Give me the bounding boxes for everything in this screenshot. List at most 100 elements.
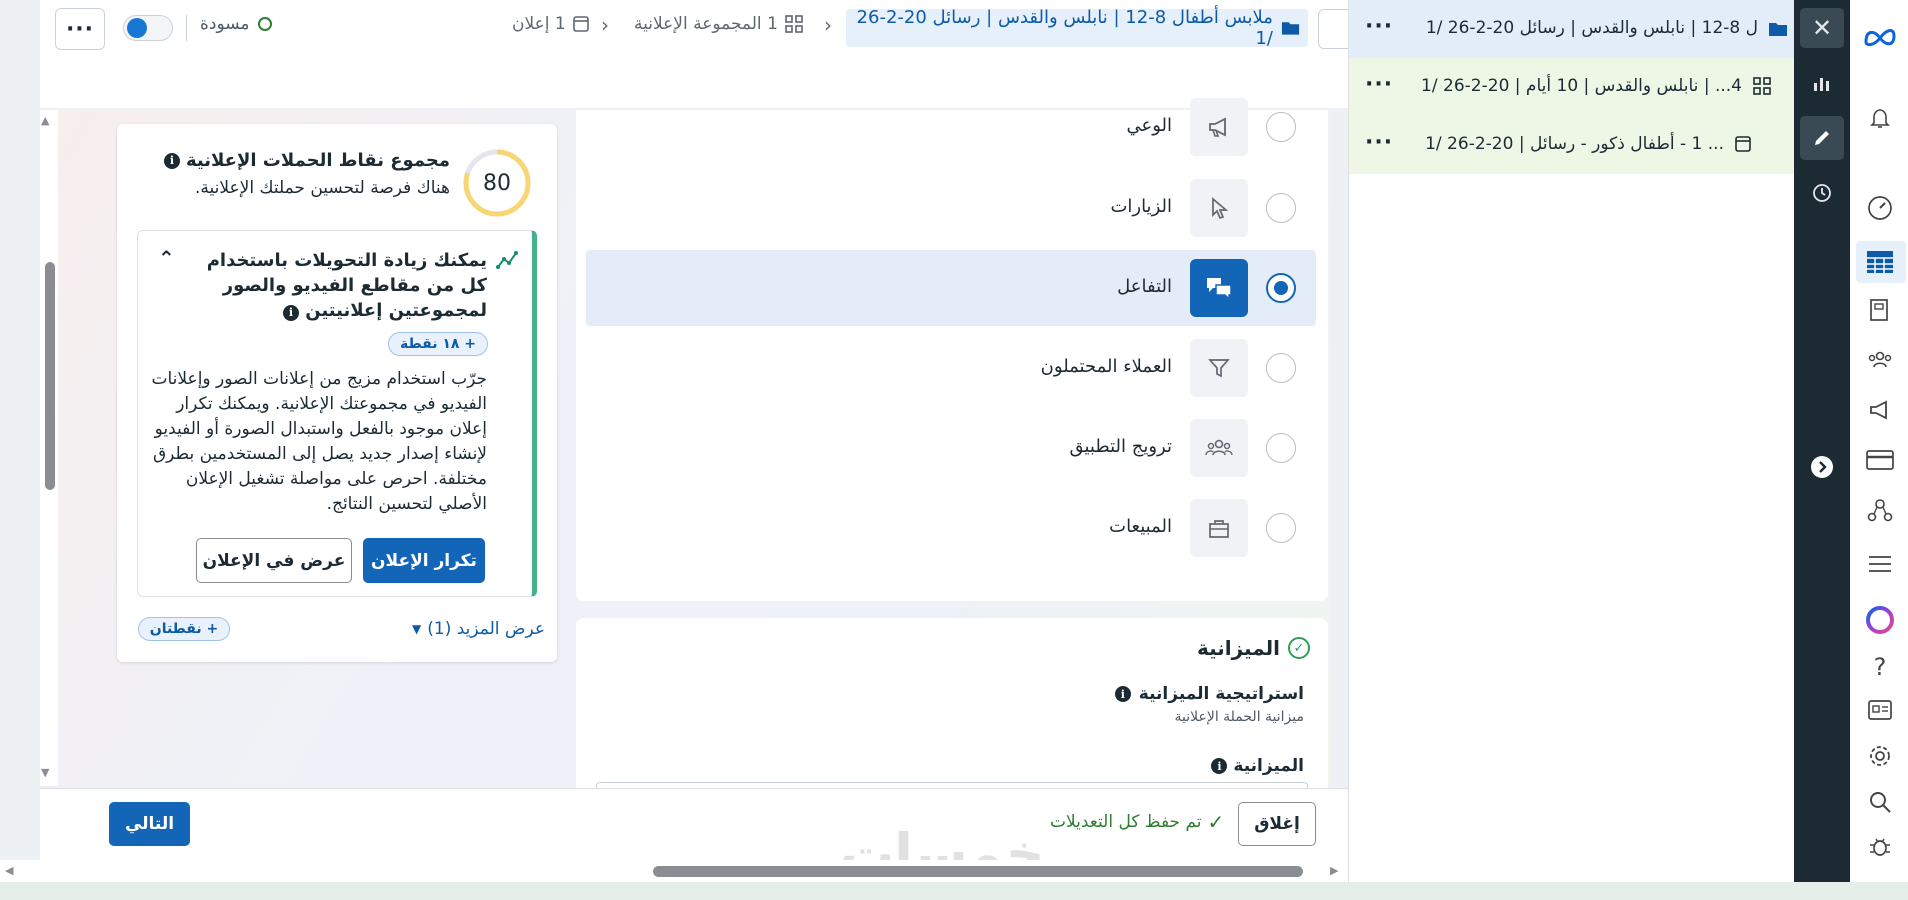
objective-icon-box (1190, 259, 1248, 317)
vertical-scroll-thumb[interactable] (45, 262, 55, 490)
objective-label: الوعي (1126, 115, 1172, 136)
duplicate-ad-button[interactable]: تكرار الإعلان (363, 538, 485, 583)
scroll-up-arrow-icon[interactable]: ▲ (41, 114, 49, 127)
recommendation-title: يمكنك زيادة التحويلات باستخدام كل من مقا… (190, 248, 487, 323)
horizontal-scroll-thumb[interactable] (653, 866, 1303, 877)
side-panel-button[interactable] (1318, 9, 1348, 49)
book-icon[interactable] (1862, 292, 1898, 328)
next-button[interactable]: التالي (109, 802, 190, 846)
trend-icon (496, 251, 518, 269)
objective-label: العملاء المحتملون (1040, 356, 1172, 377)
scroll-down-arrow-icon[interactable]: ▼ (41, 766, 49, 779)
news-page-icon[interactable] (1862, 692, 1898, 728)
breadcrumb-ad-label: 1 إعلان (512, 14, 566, 34)
objective-option-traffic[interactable]: الزيارات (586, 170, 1316, 246)
objective-icon-box (1190, 339, 1248, 397)
settings-gear-icon[interactable] (1862, 738, 1898, 774)
meta-logo-icon[interactable] (1862, 20, 1898, 56)
chevron-right-icon: › (824, 13, 832, 37)
score-value: 80 (483, 170, 511, 196)
objective-label: الزيارات (1110, 196, 1172, 217)
more-options-icon[interactable]: ··· (1365, 14, 1393, 39)
info-icon[interactable]: i (1211, 758, 1228, 774)
tree-item-label: ل 8-12 | نابلس والقدس | رسائل 20-2-26 /1 (1425, 18, 1758, 38)
score-title-text: مجموع نقاط الحملات الإعلانية (185, 150, 450, 171)
status-dot-icon (257, 17, 272, 31)
bell-icon[interactable] (1862, 100, 1898, 136)
more-options-icon[interactable]: ··· (1365, 130, 1393, 155)
info-icon[interactable]: i (163, 152, 180, 169)
people-icon (1205, 439, 1233, 456)
budget-section-title: ✓ الميزانية (1100, 636, 1310, 660)
more-options-button[interactable]: ··· (55, 8, 105, 50)
radio-button[interactable] (1266, 112, 1296, 142)
help-icon[interactable]: ? (1862, 649, 1898, 685)
megaphone-icon[interactable] (1862, 392, 1898, 428)
budget-label-text: الميزانية (1233, 756, 1304, 776)
draft-status: مسودة (200, 14, 272, 34)
objective-option-awareness[interactable]: الوعي (586, 89, 1316, 165)
chat-bubbles-icon (1207, 278, 1232, 301)
more-options-icon[interactable]: ··· (1365, 72, 1393, 97)
tree-item-adset[interactable]: 4... | نابلس والقدس | 10 أيام | 20-2-26 … (1349, 58, 1794, 116)
objective-label: المبيعات (1109, 516, 1172, 537)
check-circle-icon: ✓ (1288, 637, 1310, 659)
close-icon[interactable]: ✕ (1804, 10, 1840, 46)
bug-report-icon[interactable] (1862, 828, 1898, 864)
chevron-up-icon[interactable]: ⌃ (158, 246, 175, 270)
meta-ai-icon[interactable] (1862, 602, 1898, 638)
more-points-text: + نقطتان (149, 621, 219, 637)
divider (186, 15, 187, 41)
more-points-badge: + نقطتان (138, 617, 230, 641)
tree-item-campaign[interactable]: ل 8-12 | نابلس والقدس | رسائل 20-2-26 /1… (1349, 0, 1794, 58)
radio-button-selected[interactable] (1266, 273, 1296, 303)
draft-toggle[interactable] (123, 15, 173, 41)
points-badge-text: + ١٨ نقطة (399, 336, 477, 352)
objective-option-engagement[interactable]: التفاعل (586, 250, 1316, 326)
objective-option-leads[interactable]: العملاء المحتملون (586, 330, 1316, 406)
radio-button[interactable] (1266, 433, 1296, 463)
radio-button[interactable] (1266, 513, 1296, 543)
objective-option-app-promotion[interactable]: ترويج التطبيق (586, 410, 1316, 486)
cursor-icon (1212, 197, 1229, 220)
scroll-right-arrow-icon[interactable]: ▶ (1330, 864, 1338, 877)
budget-label: الميزانية i (1120, 756, 1304, 776)
dashboard-gauge-icon[interactable] (1862, 190, 1898, 226)
breadcrumb-ad[interactable]: 1 إعلان (512, 14, 590, 34)
shopping-bag-icon (1209, 520, 1229, 538)
bar-chart-icon[interactable] (1804, 65, 1840, 101)
clock-icon[interactable] (1804, 175, 1840, 211)
info-icon[interactable]: i (282, 304, 299, 321)
search-icon[interactable] (1862, 784, 1898, 820)
tree-item-ad[interactable]: ... 1 - أطفال ذكور - رسائل | 20-2-26 /1 … (1349, 116, 1794, 174)
breadcrumb-campaign-label: ملابس أطفال 8-12 | نابلس والقدس | رسائل … (856, 7, 1273, 49)
save-status: ✓ تم حفظ كل التعديلات (1050, 810, 1224, 834)
radio-button[interactable] (1266, 353, 1296, 383)
close-button[interactable]: إغلاق (1238, 802, 1316, 846)
network-icon[interactable] (1862, 492, 1898, 528)
breadcrumb-adset[interactable]: 1 المجموعة الإعلانية (634, 14, 804, 34)
info-icon[interactable]: i (1114, 686, 1131, 702)
show-more-text: عرض المزيد (1) (427, 619, 545, 639)
objective-icon-box (1190, 419, 1248, 477)
chevron-right-icon: › (601, 13, 609, 37)
draft-label: مسودة (200, 14, 250, 34)
pencil-icon[interactable] (1804, 120, 1840, 156)
objective-option-sales[interactable]: المبيعات (586, 490, 1316, 566)
scroll-left-arrow-icon[interactable]: ◀ (5, 864, 13, 877)
score-title: مجموع نقاط الحملات الإعلانية i (140, 150, 450, 171)
recommendation-body: جرّب استخدام مزيج من إعلانات الصور وإعلا… (151, 369, 488, 514)
billing-card-icon[interactable] (1862, 442, 1898, 478)
objective-icon-box (1190, 179, 1248, 237)
chevron-right-circle-icon[interactable] (1804, 449, 1840, 485)
menu-lines-icon[interactable] (1862, 546, 1898, 582)
view-in-ad-button[interactable]: عرض في الإعلان (196, 538, 352, 583)
breadcrumb-campaign[interactable]: ملابس أطفال 8-12 | نابلس والقدس | رسائل … (846, 7, 1308, 49)
audience-icon[interactable] (1862, 342, 1898, 378)
save-status-text: تم حفظ كل التعديلات (1050, 812, 1202, 832)
checkmark-icon: ✓ (1207, 810, 1225, 834)
show-more-link[interactable]: عرض المزيد (1) ▼ (412, 619, 545, 639)
radio-button[interactable] (1266, 193, 1296, 223)
table-grid-icon[interactable] (1862, 244, 1898, 280)
score-subtitle: هناك فرصة لتحسين حملتك الإعلانية. (195, 178, 450, 198)
